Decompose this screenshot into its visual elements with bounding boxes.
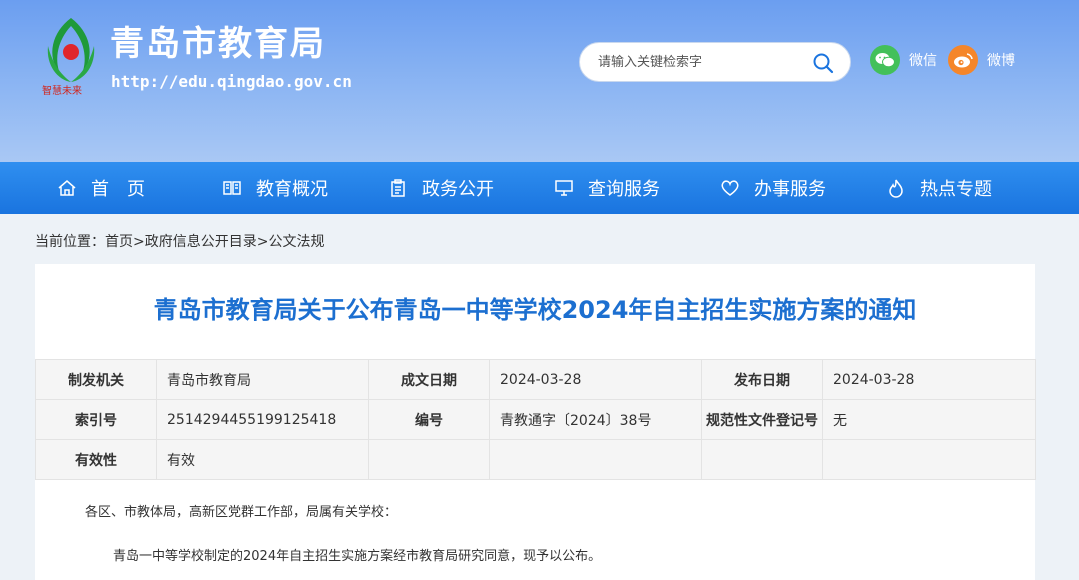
site-header: 智慧未来 青岛市教育局 http://edu.qingdao.gov.cn 微信 (0, 0, 1079, 162)
breadcrumb-separator: > (256, 234, 269, 250)
breadcrumb: 当前位置：首页>政府信息公开目录>公文法规 (35, 231, 324, 251)
monitor-icon (555, 180, 573, 196)
meta-value: 2024-03-28 (822, 359, 1036, 400)
table-row: 制发机关 青岛市教育局 成文日期 2024-03-28 发布日期 2024-03… (35, 359, 1036, 400)
meta-key (368, 439, 490, 480)
nav-item-public-affairs[interactable]: 政务公开 (388, 162, 494, 214)
nav-item-overview[interactable]: 教育概况 (222, 162, 328, 214)
flame-icon (889, 179, 903, 198)
heart-icon (721, 180, 739, 196)
meta-key: 有效性 (35, 439, 157, 480)
nav-item-home[interactable]: 首 页 (57, 162, 145, 214)
search-box (579, 42, 851, 82)
nav-label: 办事服务 (754, 179, 826, 200)
article-title: 青岛市教育局关于公布青岛一中等学校2024年自主招生实施方案的通知 (153, 296, 917, 324)
site-name[interactable]: 青岛市教育局 (110, 24, 326, 64)
nav-label: 首 页 (91, 179, 145, 200)
nav-item-topics[interactable]: 热点专题 (886, 162, 992, 214)
meta-key: 编号 (368, 399, 490, 440)
weibo-link[interactable]: 微博 (948, 45, 1015, 75)
breadcrumb-current[interactable]: 公文法规 (268, 234, 324, 250)
wechat-label: 微信 (909, 53, 937, 69)
breadcrumb-catalog[interactable]: 政府信息公开目录 (145, 234, 257, 250)
meta-key: 索引号 (35, 399, 157, 440)
meta-value: 青岛市教育局 (156, 359, 369, 400)
meta-key: 成文日期 (368, 359, 490, 400)
meta-value: 无 (822, 399, 1036, 440)
site-url[interactable]: http://edu.qingdao.gov.cn (111, 72, 352, 91)
book-icon (223, 181, 241, 195)
table-row: 索引号 2514294455199125418 编号 青教通字〔2024〕38号… (35, 399, 1036, 440)
article-panel: 青岛市教育局关于公布青岛一中等学校2024年自主招生实施方案的通知 制发机关 青… (35, 264, 1036, 580)
meta-value: 2514294455199125418 (156, 399, 369, 440)
meta-value: 2024-03-28 (489, 359, 702, 400)
meta-value (822, 439, 1036, 480)
search-input[interactable] (598, 43, 808, 81)
breadcrumb-prefix: 当前位置： (35, 234, 105, 250)
meta-value: 青教通字〔2024〕38号 (489, 399, 702, 440)
breadcrumb-home[interactable]: 首页 (105, 234, 133, 250)
nav-label: 教育概况 (256, 179, 328, 200)
weibo-label: 微博 (987, 53, 1015, 69)
green-red-emblem-icon[interactable]: 智慧未来 (38, 12, 104, 96)
article-paragraph: 青岛一中等学校制定的2024年自主招生实施方案经市教育局研究同意，现予以公布。 (113, 549, 602, 564)
nav-item-services[interactable]: 办事服务 (720, 162, 826, 214)
table-row: 有效性 有效 (35, 439, 1036, 480)
article-paragraph: 各区、市教体局，高新区党群工作部，局属有关学校： (85, 505, 398, 520)
nav-item-query[interactable]: 查询服务 (554, 162, 660, 214)
meta-value: 有效 (156, 439, 369, 480)
svg-text:智慧未来: 智慧未来 (42, 84, 82, 96)
weibo-icon (948, 45, 978, 75)
breadcrumb-separator: > (133, 234, 145, 250)
meta-key: 制发机关 (35, 359, 157, 400)
wechat-icon (870, 45, 900, 75)
clipboard-icon (391, 179, 405, 197)
meta-key (701, 439, 823, 480)
wechat-link[interactable]: 微信 (870, 45, 937, 75)
meta-table: 制发机关 青岛市教育局 成文日期 2024-03-28 发布日期 2024-03… (35, 359, 1036, 480)
home-icon (58, 180, 76, 196)
search-icon[interactable] (812, 52, 834, 74)
nav-label: 热点专题 (920, 179, 992, 200)
main-nav: 首 页 教育概况 政务公开 查询服务 办事服务 热点专题 (0, 162, 1079, 214)
nav-label: 查询服务 (588, 179, 660, 200)
meta-key: 规范性文件登记号 (701, 399, 823, 440)
meta-value (489, 439, 702, 480)
nav-label: 政务公开 (422, 179, 494, 200)
meta-key: 发布日期 (701, 359, 823, 400)
